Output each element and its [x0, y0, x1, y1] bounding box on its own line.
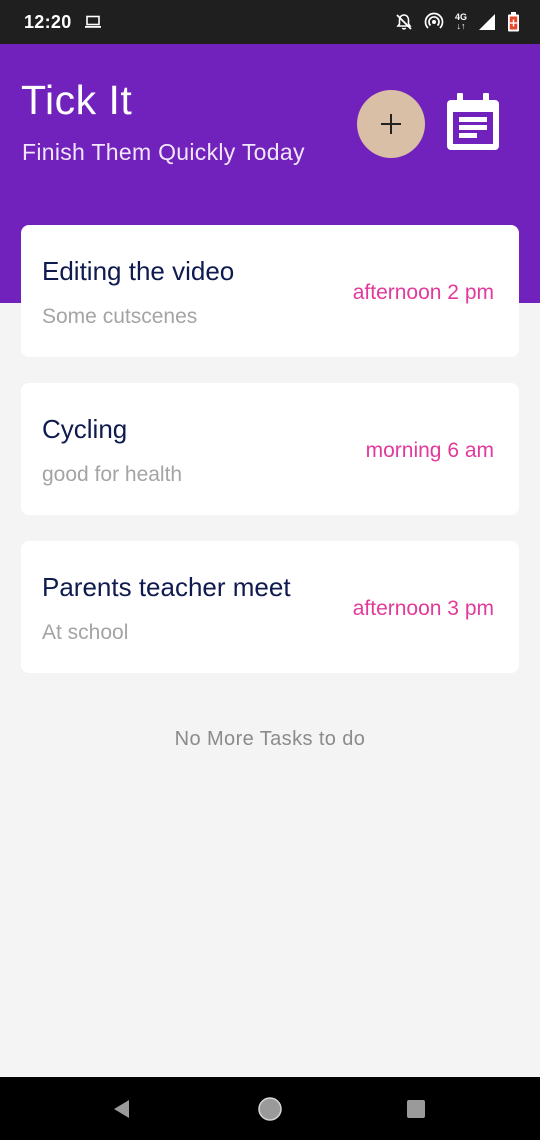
signal-icon [478, 13, 496, 31]
status-bar: 12:20 4G ↓↑ [0, 0, 540, 44]
home-circle-icon [258, 1096, 282, 1121]
task-card[interactable]: Cycling good for health morning 6 am [21, 383, 519, 515]
task-description: At school [42, 621, 129, 644]
back-triangle-icon [114, 1099, 129, 1118]
task-time: afternoon 2 pm [352, 281, 494, 304]
home-button[interactable] [230, 1077, 310, 1140]
navigation-bar [0, 1077, 540, 1140]
recents-button[interactable] [376, 1077, 456, 1140]
status-icons: 4G ↓↑ [395, 12, 520, 32]
laptop-icon [84, 15, 102, 29]
plus-icon [381, 114, 401, 134]
calendar-icon [447, 93, 499, 150]
task-description: good for health [42, 463, 183, 486]
app-subtitle: Finish Them Quickly Today [22, 139, 305, 165]
status-time: 12:20 [24, 11, 72, 32]
task-title: Cycling [42, 414, 128, 444]
hotspot-icon [424, 12, 444, 32]
task-description: Some cutscenes [42, 305, 198, 328]
back-button[interactable] [82, 1077, 162, 1140]
recents-square-icon [407, 1099, 425, 1118]
add-task-button[interactable] [357, 90, 425, 158]
task-time: afternoon 3 pm [352, 597, 494, 620]
network-type-label: 4G ↓↑ [454, 12, 467, 31]
no-more-tasks-message: No More Tasks to do [174, 728, 366, 750]
task-card[interactable]: Editing the video Some cutscenes afterno… [21, 225, 519, 357]
task-title: Parents teacher meet [42, 572, 291, 602]
task-card[interactable]: Parents teacher meet At school afternoon… [21, 541, 519, 673]
calendar-button[interactable] [444, 92, 502, 154]
battery-icon [507, 12, 520, 32]
app-title: Tick It [21, 77, 133, 123]
task-title: Editing the video [42, 256, 235, 286]
notifications-off-icon [395, 13, 413, 31]
task-time: morning 6 am [365, 439, 494, 462]
